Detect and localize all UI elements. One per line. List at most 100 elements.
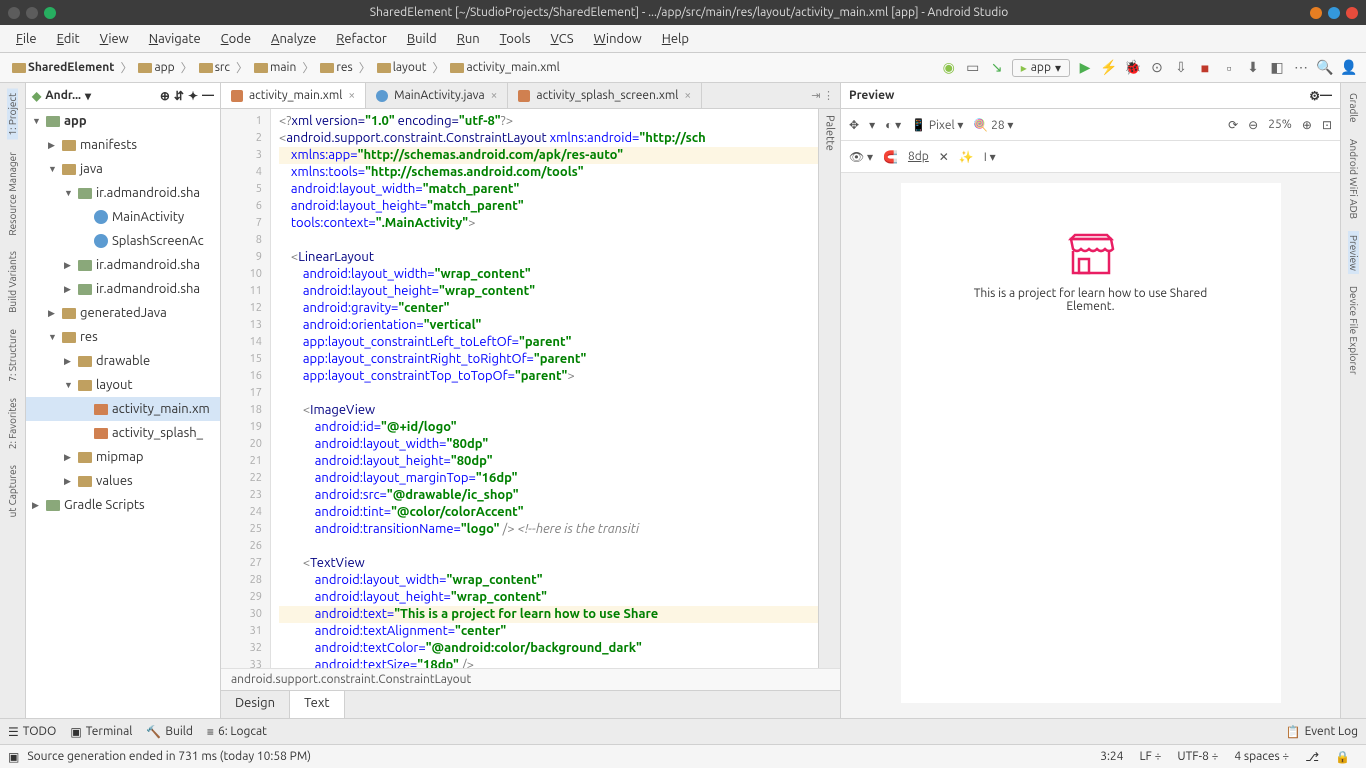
menu-run[interactable]: Run [449, 30, 488, 48]
layout-icon[interactable]: ◧ [1268, 59, 1286, 77]
profiler-icon[interactable]: ⊙ [1148, 59, 1166, 77]
gear-icon[interactable]: ⚙ [1309, 89, 1320, 103]
tree-node[interactable]: activity_splash_ [26, 421, 220, 445]
tree-node[interactable]: ▼ir.admandroid.sha [26, 181, 220, 205]
chevron-down-icon[interactable]: ▾ [85, 89, 91, 103]
pan-icon[interactable]: ✥ [849, 118, 859, 132]
magnet-icon[interactable]: 🧲 [883, 150, 898, 164]
tree-node[interactable]: ▶ir.admandroid.sha [26, 277, 220, 301]
menu-vcs[interactable]: VCS [543, 30, 582, 48]
tree-node[interactable]: ▶drawable [26, 349, 220, 373]
tree-node[interactable]: ▼java [26, 157, 220, 181]
tree-node[interactable]: ▶Gradle Scripts [26, 493, 220, 517]
line-ending[interactable]: LF ÷ [1131, 750, 1169, 763]
breadcrumb-item[interactable]: src [195, 61, 234, 74]
menu-view[interactable]: View [92, 30, 137, 48]
close-icon[interactable]: × [684, 89, 691, 102]
todo-tool[interactable]: ☰ TODO [8, 725, 56, 739]
window-dot[interactable] [8, 7, 20, 19]
tree-node[interactable]: ▼app [26, 109, 220, 133]
menu-file[interactable]: File [8, 30, 45, 48]
menu-build[interactable]: Build [399, 30, 445, 48]
api-selector[interactable]: 🍭 28 ▾ [973, 118, 1013, 132]
editor-breadcrumb[interactable]: android.support.constraint.ConstraintLay… [221, 668, 840, 690]
menu-window[interactable]: Window [586, 30, 650, 48]
window-dot[interactable] [26, 7, 38, 19]
lock-icon[interactable]: 🔒 [1327, 750, 1358, 764]
menu-tools[interactable]: Tools [492, 30, 539, 48]
right-rail-item[interactable]: Android WiFi ADB [1348, 135, 1359, 223]
apply-changes-icon[interactable]: ⚡ [1100, 59, 1118, 77]
sdk-icon[interactable]: ⬇ [1244, 59, 1262, 77]
breadcrumb-item[interactable]: layout [373, 61, 431, 74]
tab-design[interactable]: Design [221, 691, 290, 718]
hide-icon[interactable]: — [1320, 89, 1332, 102]
menu-refactor[interactable]: Refactor [328, 30, 395, 48]
tree-node[interactable]: ▼res [26, 325, 220, 349]
stop-icon[interactable]: ■ [1196, 59, 1214, 77]
refresh-icon[interactable]: ⟳ [1228, 118, 1238, 132]
search-icon[interactable]: 🔍 [1316, 59, 1334, 77]
orientation-icon[interactable]: ◐ ▾ [885, 118, 901, 132]
clear-constraints-icon[interactable]: ✕ [939, 150, 949, 164]
editor-tab[interactable]: MainActivity.java× [366, 83, 508, 108]
close-icon[interactable]: × [491, 89, 498, 102]
chevron-down-icon[interactable]: ▾ [869, 118, 875, 132]
tree-node[interactable]: ▶ir.admandroid.sha [26, 253, 220, 277]
status-toggle[interactable]: ▣ [8, 750, 19, 764]
tab-text[interactable]: Text [290, 691, 344, 718]
menu-navigate[interactable]: Navigate [141, 30, 209, 48]
git-icon[interactable]: ⎇ [1297, 750, 1327, 764]
tree-node[interactable]: ▶values [26, 469, 220, 493]
tree-node[interactable]: ▶generatedJava [26, 301, 220, 325]
right-rail-item[interactable]: Device File Explorer [1348, 282, 1359, 379]
attach-icon[interactable]: ⇩ [1172, 59, 1190, 77]
tree-node[interactable]: ▶mipmap [26, 445, 220, 469]
sync-icon[interactable]: ↘ [988, 59, 1006, 77]
window-dot[interactable] [1310, 7, 1322, 19]
avd-icon[interactable]: ▫ [1220, 59, 1238, 77]
align-icon[interactable]: I ▾ [984, 150, 996, 164]
event-log[interactable]: 📋 Event Log [1286, 725, 1358, 739]
build-tool[interactable]: 🔨 Build [146, 725, 193, 739]
window-dot[interactable] [1346, 7, 1358, 19]
terminal-tool[interactable]: ▣ Terminal [70, 725, 132, 739]
eye-icon[interactable]: 👁 ▾ [849, 150, 873, 164]
zoom-in-icon[interactable]: ⊕ [1302, 118, 1312, 132]
user-icon[interactable]: 👤 [1340, 59, 1358, 77]
debug-icon[interactable]: 🐞 [1124, 59, 1142, 77]
default-margin[interactable]: 8dp [908, 150, 929, 163]
android-icon[interactable]: ◉ [940, 59, 958, 77]
left-rail-item[interactable]: 1: Project [7, 89, 18, 140]
tree-node[interactable]: MainActivity [26, 205, 220, 229]
run-config-selector[interactable]: ▸ app ▾ [1012, 59, 1070, 77]
left-rail-item[interactable]: Resource Manager [7, 148, 18, 240]
device-icon[interactable]: ▭ [964, 59, 982, 77]
editor-tab[interactable]: activity_main.xml× [221, 83, 366, 108]
menu-edit[interactable]: Edit [49, 30, 88, 48]
left-rail-item[interactable]: 2: Favorites [7, 394, 18, 453]
breadcrumb-item[interactable]: res [316, 61, 356, 74]
palette-rail[interactable]: Palette [818, 109, 840, 668]
breadcrumb-item[interactable]: SharedElement [8, 61, 118, 74]
device-selector[interactable]: 📱 Pixel ▾ [911, 118, 963, 132]
close-icon[interactable]: × [348, 89, 355, 102]
project-tree[interactable]: ▼app▶manifests▼java▼ir.admandroid.shaMai… [26, 109, 220, 718]
left-rail-item[interactable]: 7: Structure [7, 325, 18, 386]
code-editor[interactable]: 1234567891011121314151617181920212223242… [221, 109, 840, 668]
menu-analyze[interactable]: Analyze [263, 30, 324, 48]
breadcrumb-item[interactable]: main [250, 61, 300, 74]
zoom-level[interactable]: 25% [1268, 118, 1292, 131]
project-view-label[interactable]: Andr... [45, 89, 81, 102]
zoom-fit-icon[interactable]: ⊡ [1322, 118, 1332, 132]
window-dot[interactable] [44, 7, 56, 19]
gear-icon[interactable]: ✦ [188, 89, 198, 103]
infer-constraints-icon[interactable]: ✨ [959, 150, 974, 164]
left-rail-item[interactable]: Build Variants [7, 247, 18, 317]
zoom-out-icon[interactable]: ⊖ [1248, 118, 1258, 132]
editor-code[interactable]: <?xml version="1.0" encoding="utf-8"?><a… [271, 109, 840, 668]
expand-icon[interactable]: ⇵ [174, 89, 184, 103]
right-rail-item[interactable]: Gradle [1348, 89, 1359, 127]
right-rail-item[interactable]: Preview [1348, 231, 1359, 275]
tree-node[interactable]: ▼layout [26, 373, 220, 397]
